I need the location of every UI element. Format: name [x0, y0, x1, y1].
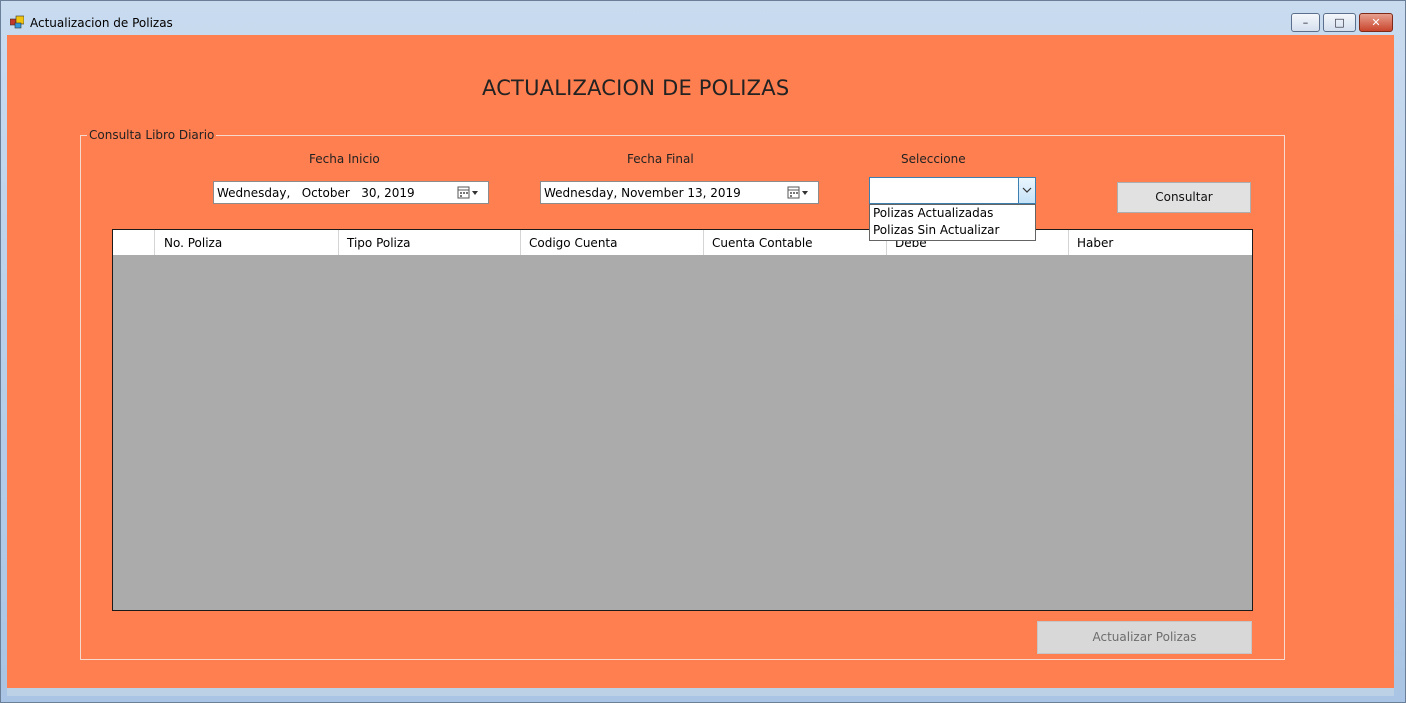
- estado-combobox[interactable]: [869, 177, 1036, 204]
- fecha-final-picker[interactable]: Wednesday, November 13, 2019: [540, 181, 819, 204]
- column-header-label: Haber: [1077, 236, 1114, 250]
- maximize-button[interactable]: □: [1323, 13, 1356, 32]
- title-bar: Actualizacion de Polizas – □ ✕: [1, 1, 1405, 37]
- chevron-down-icon: [1022, 187, 1032, 193]
- fecha-inicio-label: Fecha Inicio: [309, 152, 380, 166]
- fecha-final-value: Wednesday, November 13, 2019: [544, 186, 741, 200]
- maximize-icon: □: [1334, 16, 1345, 29]
- window-title: Actualizacion de Polizas: [30, 16, 173, 30]
- column-header-haber[interactable]: Haber: [1069, 230, 1252, 255]
- form-client-area: ACTUALIZACION DE POLIZAS Consulta Libro …: [7, 35, 1394, 688]
- fecha-inicio-picker[interactable]: Wednesday, October 30, 2019: [213, 181, 489, 204]
- combo-dropdown-list: Polizas Actualizadas Polizas Sin Actuali…: [869, 204, 1036, 241]
- column-header-codigo-cuenta[interactable]: Codigo Cuenta: [521, 230, 704, 255]
- grid-header: No. Poliza Tipo Poliza Codigo Cuenta Cue…: [113, 230, 1252, 255]
- fecha-final-label: Fecha Final: [627, 152, 694, 166]
- column-header-label: No. Poliza: [164, 236, 223, 250]
- calendar-dropdown-icon[interactable]: [787, 186, 811, 200]
- combo-dropdown-button[interactable]: [1018, 178, 1035, 203]
- close-button[interactable]: ✕: [1359, 13, 1393, 32]
- calendar-dropdown-icon[interactable]: [457, 186, 481, 200]
- seleccione-label: Seleccione: [901, 152, 966, 166]
- minimize-icon: –: [1302, 16, 1309, 29]
- groupbox-label: Consulta Libro Diario: [87, 128, 217, 142]
- window-bottom-border: [7, 688, 1394, 696]
- close-icon: ✕: [1371, 16, 1381, 29]
- row-header-corner[interactable]: [113, 230, 155, 255]
- combo-option-sin-actualizar[interactable]: Polizas Sin Actualizar: [873, 223, 999, 237]
- column-header-cuenta-contable[interactable]: Cuenta Contable: [704, 230, 887, 255]
- column-header-no-poliza[interactable]: No. Poliza: [156, 230, 339, 255]
- minimize-button[interactable]: –: [1291, 13, 1320, 32]
- column-header-label: Codigo Cuenta: [529, 236, 618, 250]
- consultar-button[interactable]: Consultar: [1117, 182, 1251, 213]
- column-header-label: Tipo Poliza: [347, 236, 411, 250]
- app-icon: [10, 15, 24, 29]
- fecha-inicio-value: Wednesday, October 30, 2019: [217, 186, 415, 200]
- page-title: ACTUALIZACION DE POLIZAS: [482, 76, 790, 100]
- column-header-tipo-poliza[interactable]: Tipo Poliza: [339, 230, 521, 255]
- column-header-label: Cuenta Contable: [712, 236, 813, 250]
- polizas-grid[interactable]: No. Poliza Tipo Poliza Codigo Cuenta Cue…: [112, 229, 1253, 611]
- actualizar-polizas-button[interactable]: Actualizar Polizas: [1037, 621, 1252, 654]
- combo-option-actualizadas[interactable]: Polizas Actualizadas: [873, 206, 993, 220]
